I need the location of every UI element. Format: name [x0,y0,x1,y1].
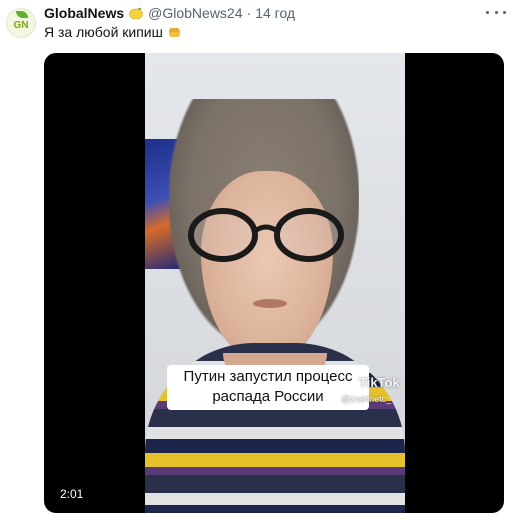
video-frame: Путин запустил процесс распада России Ti… [145,53,405,513]
caption-line-1: Путин запустил процесс [183,368,353,385]
person-mouth [253,299,287,308]
more-dot [494,10,498,14]
lemon-emoji-icon [128,5,144,21]
glasses-shape [188,208,344,262]
caption-line-2: распада России [212,388,324,405]
more-dot [503,10,506,14]
tweet: GN GlobalNews @GlobNews24 · 14 год Я за … [0,0,512,520]
tweet-header: GlobalNews @GlobNews24 · 14 год [44,4,295,22]
avatar-text: GN [13,20,29,31]
tiktok-watermark: TikTok [359,375,400,390]
display-name[interactable]: GlobalNews [44,5,124,21]
video-player[interactable]: Путин запустил процесс распада России Ti… [44,53,504,513]
more-dot [486,10,489,14]
tweet-timestamp[interactable]: 14 год [255,5,295,21]
tiktok-username: @zverinetc_ [341,394,392,404]
video-caption: Путин запустил процесс распада России [167,365,369,410]
avatar-leaf-icon [16,11,28,18]
user-handle[interactable]: @GlobNews24 [148,5,242,21]
tweet-text: Я за любой кипиш [44,24,163,40]
tweet-text-row: Я за любой кипиш [44,24,183,40]
more-horizontal-icon[interactable] [486,4,506,20]
avatar[interactable]: GN [6,8,36,38]
video-duration: 2:01 [56,485,88,503]
raised-fist-emoji-icon [167,25,183,39]
separator-dot: · [246,5,252,21]
